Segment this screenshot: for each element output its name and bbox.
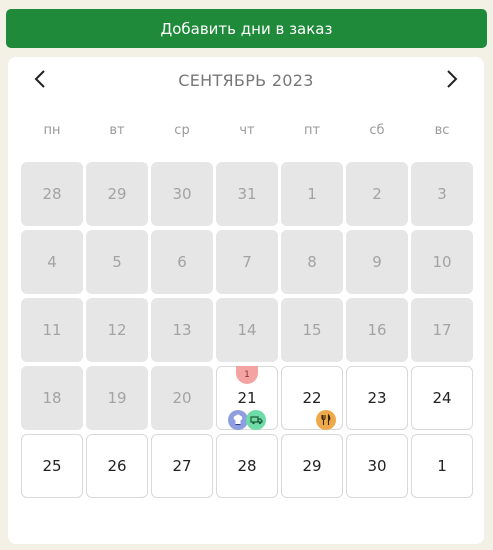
day-icons	[316, 410, 336, 430]
day-number: 30	[367, 457, 387, 475]
day-cell: 12	[86, 298, 148, 362]
day-cell: 16	[346, 298, 408, 362]
day-cell[interactable]: 23	[346, 366, 408, 430]
day-number: 9	[372, 253, 382, 271]
weekday-label: ср	[174, 123, 190, 138]
weekday-label: сб	[369, 123, 385, 138]
day-number: 22	[302, 389, 322, 407]
day-cell: 2	[346, 162, 408, 226]
day-number: 13	[172, 321, 192, 339]
weekday-label: чт	[239, 123, 255, 138]
day-number: 28	[42, 185, 62, 203]
day-cell: 5	[86, 230, 148, 294]
day-number: 28	[237, 457, 257, 475]
day-number: 16	[367, 321, 387, 339]
day-number: 1	[437, 457, 447, 475]
day-cell[interactable]: 1	[411, 434, 473, 498]
day-number: 24	[432, 389, 452, 407]
day-cell[interactable]: 22	[281, 366, 343, 430]
chef-icon	[228, 410, 248, 430]
day-cell: 7	[216, 230, 278, 294]
day-cell: 18	[21, 366, 83, 430]
day-number: 20	[172, 389, 192, 407]
day-number: 30	[172, 185, 192, 203]
day-number: 27	[172, 457, 192, 475]
weekday-label: вс	[434, 123, 450, 138]
day-cell[interactable]: 27	[151, 434, 213, 498]
day-cell: 17	[411, 298, 473, 362]
day-number: 4	[47, 253, 57, 271]
day-cell: 1	[281, 162, 343, 226]
day-cell: 9	[346, 230, 408, 294]
month-title: СЕНТЯБРЬ 2023	[178, 71, 314, 90]
day-number: 17	[432, 321, 452, 339]
day-cell[interactable]: 29	[281, 434, 343, 498]
day-cell: 11	[21, 298, 83, 362]
day-cell: 30	[151, 162, 213, 226]
day-number: 1	[307, 185, 317, 203]
day-number: 29	[107, 185, 127, 203]
day-cell: 10	[411, 230, 473, 294]
day-cell[interactable]: 24	[411, 366, 473, 430]
day-number: 14	[237, 321, 257, 339]
day-grid: 28 29 30 31 1 2 3 4 5 6 7 8 9 10 11 12 13 14 15 16 17 18 19 20 2…	[21, 162, 473, 498]
day-icons	[228, 410, 266, 430]
day-cell: 14	[216, 298, 278, 362]
day-cell: 13	[151, 298, 213, 362]
day-cell[interactable]: 30	[346, 434, 408, 498]
day-number: 2	[372, 185, 382, 203]
weekday-header: пн вт ср чт пт сб вс	[21, 123, 473, 138]
weekday-label: вт	[109, 123, 125, 138]
next-month-button[interactable]	[438, 65, 466, 93]
day-cell: 4	[21, 230, 83, 294]
day-number: 29	[302, 457, 322, 475]
day-number: 31	[237, 185, 257, 203]
day-cell: 29	[86, 162, 148, 226]
add-days-to-order-button[interactable]: Добавить дни в заказ	[6, 9, 487, 48]
day-number: 10	[432, 253, 452, 271]
day-cell: 15	[281, 298, 343, 362]
count-badge: 1	[236, 366, 258, 384]
day-cell[interactable]: 25	[21, 434, 83, 498]
day-number: 25	[42, 457, 62, 475]
day-number: 7	[242, 253, 252, 271]
chevron-right-icon	[447, 70, 458, 88]
day-cell: 8	[281, 230, 343, 294]
day-cell: 31	[216, 162, 278, 226]
day-cell: 28	[21, 162, 83, 226]
day-number: 3	[437, 185, 447, 203]
calendar: СЕНТЯБРЬ 2023 пн вт ср чт пт сб вс 28 29 3…	[8, 57, 484, 544]
weekday-label: пн	[43, 123, 61, 138]
day-number: 8	[307, 253, 317, 271]
day-cell: 3	[411, 162, 473, 226]
day-cell[interactable]: 26	[86, 434, 148, 498]
day-number: 21	[237, 389, 257, 407]
cutlery-icon	[316, 410, 336, 430]
day-cell: 20	[151, 366, 213, 430]
day-cell[interactable]: 21 1	[216, 366, 278, 430]
day-number: 11	[42, 321, 62, 339]
day-number: 19	[107, 389, 127, 407]
weekday-label: пт	[303, 123, 321, 138]
truck-icon	[246, 410, 266, 430]
day-cell: 19	[86, 366, 148, 430]
day-number: 23	[367, 389, 387, 407]
day-number: 12	[107, 321, 127, 339]
day-cell: 6	[151, 230, 213, 294]
day-number: 6	[177, 253, 187, 271]
day-number: 5	[112, 253, 122, 271]
day-number: 18	[42, 389, 62, 407]
day-cell[interactable]: 28	[216, 434, 278, 498]
day-number: 15	[302, 321, 322, 339]
day-number: 26	[107, 457, 127, 475]
